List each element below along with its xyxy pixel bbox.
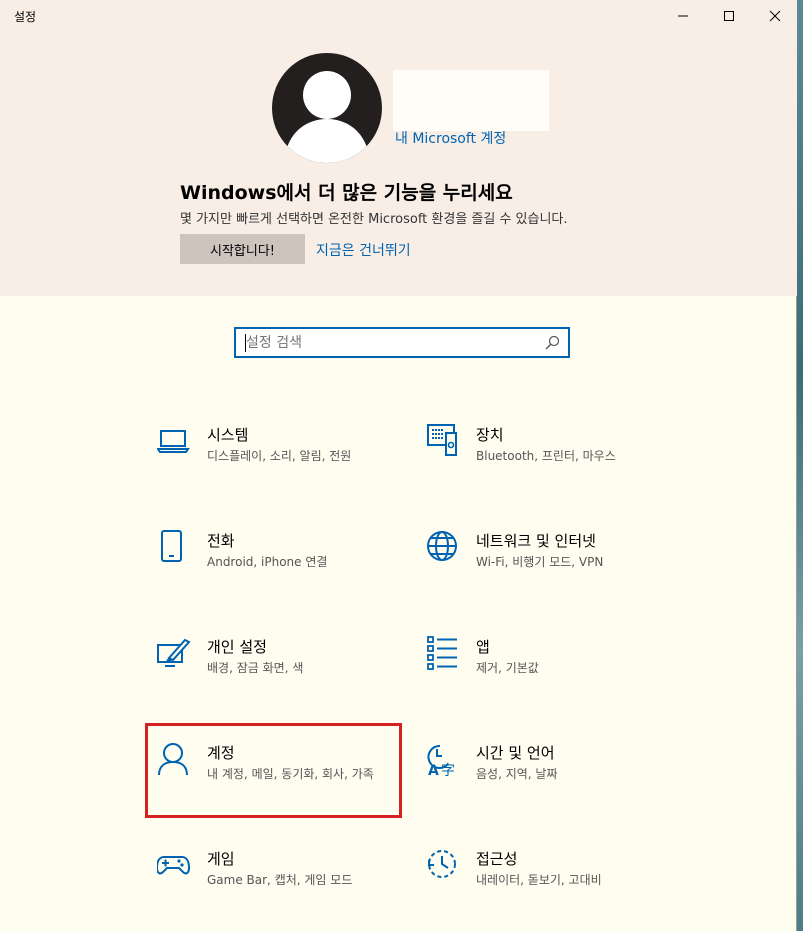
settings-window: 설정 내 Microsoft 계정 Windows에서 더 많은 기능을 누리세… <box>0 0 797 931</box>
search-box[interactable] <box>234 327 570 358</box>
title-bar: 설정 <box>0 0 797 32</box>
category-time-language[interactable]: A 字 시간 및 언어 음성, 지역, 날짜 <box>426 742 666 822</box>
time-language-icon: A 字 <box>427 744 455 779</box>
globe-icon <box>427 531 457 561</box>
category-network[interactable]: 네트워크 및 인터넷 Wi-Fi, 비행기 모드, VPN <box>426 530 666 610</box>
default-user-icon <box>284 71 370 163</box>
category-description: 배경, 잠금 화면, 색 <box>207 661 304 675</box>
apps-list-icon <box>427 636 457 670</box>
category-description: 음성, 지역, 날짜 <box>476 767 558 781</box>
category-description: 디스플레이, 소리, 알림, 전원 <box>207 449 352 463</box>
get-started-button[interactable]: 시작합니다! <box>180 234 305 264</box>
category-description: Android, iPhone 연결 <box>207 555 328 569</box>
window-title: 설정 <box>14 10 37 24</box>
close-icon <box>769 10 781 22</box>
banner-title: Windows에서 더 많은 기능을 누리세요 <box>180 182 513 204</box>
category-description: Wi-Fi, 비행기 모드, VPN <box>476 555 604 569</box>
skip-link[interactable]: 지금은 건너뛰기 <box>316 240 411 260</box>
category-label: 게임 <box>207 850 235 868</box>
category-description: 제거, 기본값 <box>476 661 539 675</box>
avatar[interactable] <box>272 53 382 163</box>
minimize-button[interactable] <box>660 0 706 32</box>
category-label: 전화 <box>207 532 235 550</box>
category-label: 시스템 <box>207 426 249 444</box>
accessibility-icon <box>428 850 456 878</box>
svg-text:A: A <box>428 763 439 779</box>
category-accessibility[interactable]: 접근성 내레이터, 돋보기, 고대비 <box>426 848 666 928</box>
accounts-highlight-box <box>145 723 402 818</box>
category-label: 장치 <box>476 426 504 444</box>
svg-text:字: 字 <box>441 763 455 779</box>
category-label: 앱 <box>476 638 490 656</box>
category-devices[interactable]: 장치 Bluetooth, 프린터, 마우스 <box>426 424 666 504</box>
personalization-icon <box>157 638 191 667</box>
desktop-background <box>797 0 803 931</box>
search-icon[interactable] <box>544 335 560 351</box>
category-apps[interactable]: 앱 제거, 기본값 <box>426 636 666 716</box>
maximize-icon <box>724 11 734 21</box>
category-gaming[interactable]: 게임 Game Bar, 캡처, 게임 모드 <box>157 848 397 928</box>
category-label: 개인 설정 <box>207 638 267 656</box>
microsoft-account-link[interactable]: 내 Microsoft 계정 <box>395 128 506 148</box>
phone-icon <box>161 530 182 562</box>
maximize-button[interactable] <box>706 0 752 32</box>
minimize-icon <box>678 15 688 17</box>
banner-description: 몇 가지만 빠르게 선택하면 온전한 Microsoft 환경을 즐길 수 있습… <box>180 212 568 227</box>
category-phone[interactable]: 전화 Android, iPhone 연결 <box>157 530 397 610</box>
laptop-icon <box>157 430 190 453</box>
category-label: 시간 및 언어 <box>476 744 555 762</box>
search-input[interactable] <box>246 333 526 353</box>
category-personalization[interactable]: 개인 설정 배경, 잠금 화면, 색 <box>157 636 397 716</box>
category-description: Bluetooth, 프린터, 마우스 <box>476 449 616 463</box>
category-label: 접근성 <box>476 850 518 868</box>
category-description: Game Bar, 캡처, 게임 모드 <box>207 873 353 887</box>
redacted-account-name <box>393 70 549 131</box>
gamepad-icon <box>157 856 191 875</box>
devices-icon <box>427 424 457 456</box>
close-button[interactable] <box>752 0 798 32</box>
category-system[interactable]: 시스템 디스플레이, 소리, 알림, 전원 <box>157 424 397 504</box>
category-label: 네트워크 및 인터넷 <box>476 532 596 550</box>
category-description: 내레이터, 돋보기, 고대비 <box>476 873 602 887</box>
